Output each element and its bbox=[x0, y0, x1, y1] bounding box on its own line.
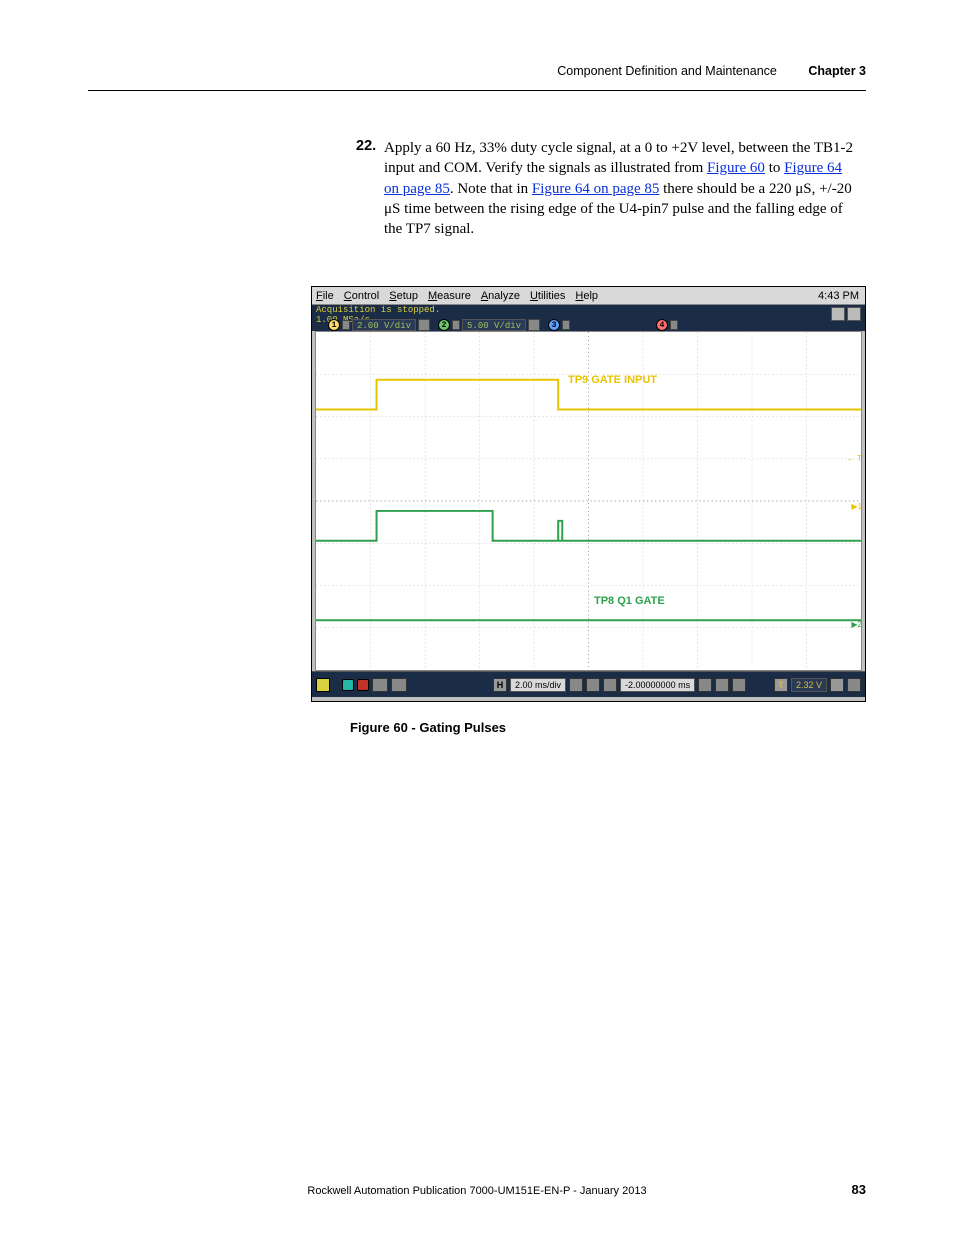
menu-control[interactable]: Control bbox=[344, 290, 379, 302]
timebase-btn-2[interactable] bbox=[586, 678, 600, 692]
offset-btn-prev[interactable] bbox=[698, 678, 712, 692]
trigger-edge-icon[interactable] bbox=[847, 678, 861, 692]
header-rule bbox=[88, 90, 866, 91]
toolbar-icon-1[interactable] bbox=[831, 307, 845, 321]
channel-1-block: 1 2.00 V/div bbox=[328, 319, 430, 331]
stop-button[interactable] bbox=[357, 679, 369, 691]
section-title: Component Definition and Maintenance bbox=[557, 64, 777, 78]
oscilloscope-window: File Control Setup Measure Analyze Utili… bbox=[311, 286, 866, 702]
timebase-btn-1[interactable] bbox=[569, 678, 583, 692]
toolbar-icon-2[interactable] bbox=[847, 307, 861, 321]
trigger-marker-icon[interactable] bbox=[316, 678, 330, 692]
trigger-spinner[interactable] bbox=[830, 678, 844, 692]
bottom-btn-1[interactable] bbox=[372, 678, 388, 692]
bottom-btn-2[interactable] bbox=[391, 678, 407, 692]
timebase-sep-icon bbox=[603, 678, 617, 692]
menu-analyze[interactable]: Analyze bbox=[481, 290, 520, 302]
channel-4-block: 4 bbox=[656, 319, 678, 331]
side-marker-ch1: ▶1 bbox=[851, 502, 862, 511]
channel-1-value[interactable]: 2.00 V/div bbox=[352, 319, 416, 331]
figure-caption: Figure 60 - Gating Pulses bbox=[350, 720, 506, 735]
waveform-ch2-spike bbox=[558, 521, 562, 541]
link-figure-60[interactable]: Figure 60 bbox=[707, 160, 765, 176]
scope-waveform-area: TP9 GATE INPUT TP8 Q1 GATE ← T ▶1 ▶2 bbox=[315, 331, 862, 671]
channel-1-toggle[interactable] bbox=[418, 319, 430, 331]
timebase-label: H bbox=[493, 678, 507, 692]
offset-btn-zero[interactable] bbox=[715, 678, 729, 692]
side-marker-ch2: ▶2 bbox=[851, 620, 862, 629]
channel-4-probe-icon[interactable] bbox=[670, 320, 678, 330]
toolbar-right-icons bbox=[831, 307, 861, 321]
channel-4-badge[interactable]: 4 bbox=[656, 319, 668, 331]
scope-clock: 4:43 PM bbox=[818, 290, 859, 302]
scope-bottom-bar: H 2.00 ms/div -2.00000000 ms T 2.32 V bbox=[312, 671, 865, 697]
side-marker-t: ← T bbox=[847, 454, 862, 463]
trigger-level-field[interactable]: 2.32 V bbox=[791, 678, 827, 692]
channel-3-block: 3 bbox=[548, 319, 570, 331]
menu-utilities[interactable]: Utilities bbox=[530, 290, 565, 302]
channel-2-toggle[interactable] bbox=[528, 319, 540, 331]
offset-field[interactable]: -2.00000000 ms bbox=[620, 678, 695, 692]
step-text-3: . Note that in bbox=[450, 181, 532, 197]
channel-1-probe-icon[interactable] bbox=[342, 320, 350, 330]
channel-2-probe-icon[interactable] bbox=[452, 320, 460, 330]
page-number: 83 bbox=[852, 1182, 866, 1197]
channel-2-value[interactable]: 5.00 V/div bbox=[462, 319, 526, 331]
channel-3-badge[interactable]: 3 bbox=[548, 319, 560, 331]
menu-help[interactable]: Help bbox=[575, 290, 598, 302]
menu-measure[interactable]: Measure bbox=[428, 290, 471, 302]
channel-3-probe-icon[interactable] bbox=[562, 320, 570, 330]
channel-row: 1 2.00 V/div 2 5.00 V/div 3 4 bbox=[328, 319, 678, 331]
channel-2-block: 2 5.00 V/div bbox=[438, 319, 540, 331]
step-number: 22. bbox=[356, 138, 384, 239]
timebase-field[interactable]: 2.00 ms/div bbox=[510, 678, 566, 692]
link-figure-64-b[interactable]: Figure 64 on page 85 bbox=[532, 181, 659, 197]
menu-setup[interactable]: Setup bbox=[389, 290, 418, 302]
run-button[interactable] bbox=[342, 679, 354, 691]
page-footer: Rockwell Automation Publication 7000-UM1… bbox=[0, 1185, 954, 1197]
offset-btn-next[interactable] bbox=[732, 678, 746, 692]
page-header: Component Definition and Maintenance Cha… bbox=[557, 64, 866, 78]
channel-1-badge[interactable]: 1 bbox=[328, 319, 340, 331]
trigger-label: T bbox=[774, 678, 788, 692]
step-body: Apply a 60 Hz, 33% duty cycle signal, at… bbox=[384, 138, 860, 239]
step-22: 22. Apply a 60 Hz, 33% duty cycle signal… bbox=[356, 138, 860, 239]
scope-toolbar: Acquisition is stopped. 1.00 MSa/s 1 2.0… bbox=[312, 305, 865, 331]
scope-grid-svg bbox=[316, 332, 861, 670]
step-text-2: to bbox=[765, 160, 784, 176]
channel-2-badge[interactable]: 2 bbox=[438, 319, 450, 331]
chapter-label: Chapter 3 bbox=[808, 64, 866, 78]
scope-menubar: File Control Setup Measure Analyze Utili… bbox=[312, 287, 865, 305]
menu-file[interactable]: File bbox=[316, 290, 334, 302]
